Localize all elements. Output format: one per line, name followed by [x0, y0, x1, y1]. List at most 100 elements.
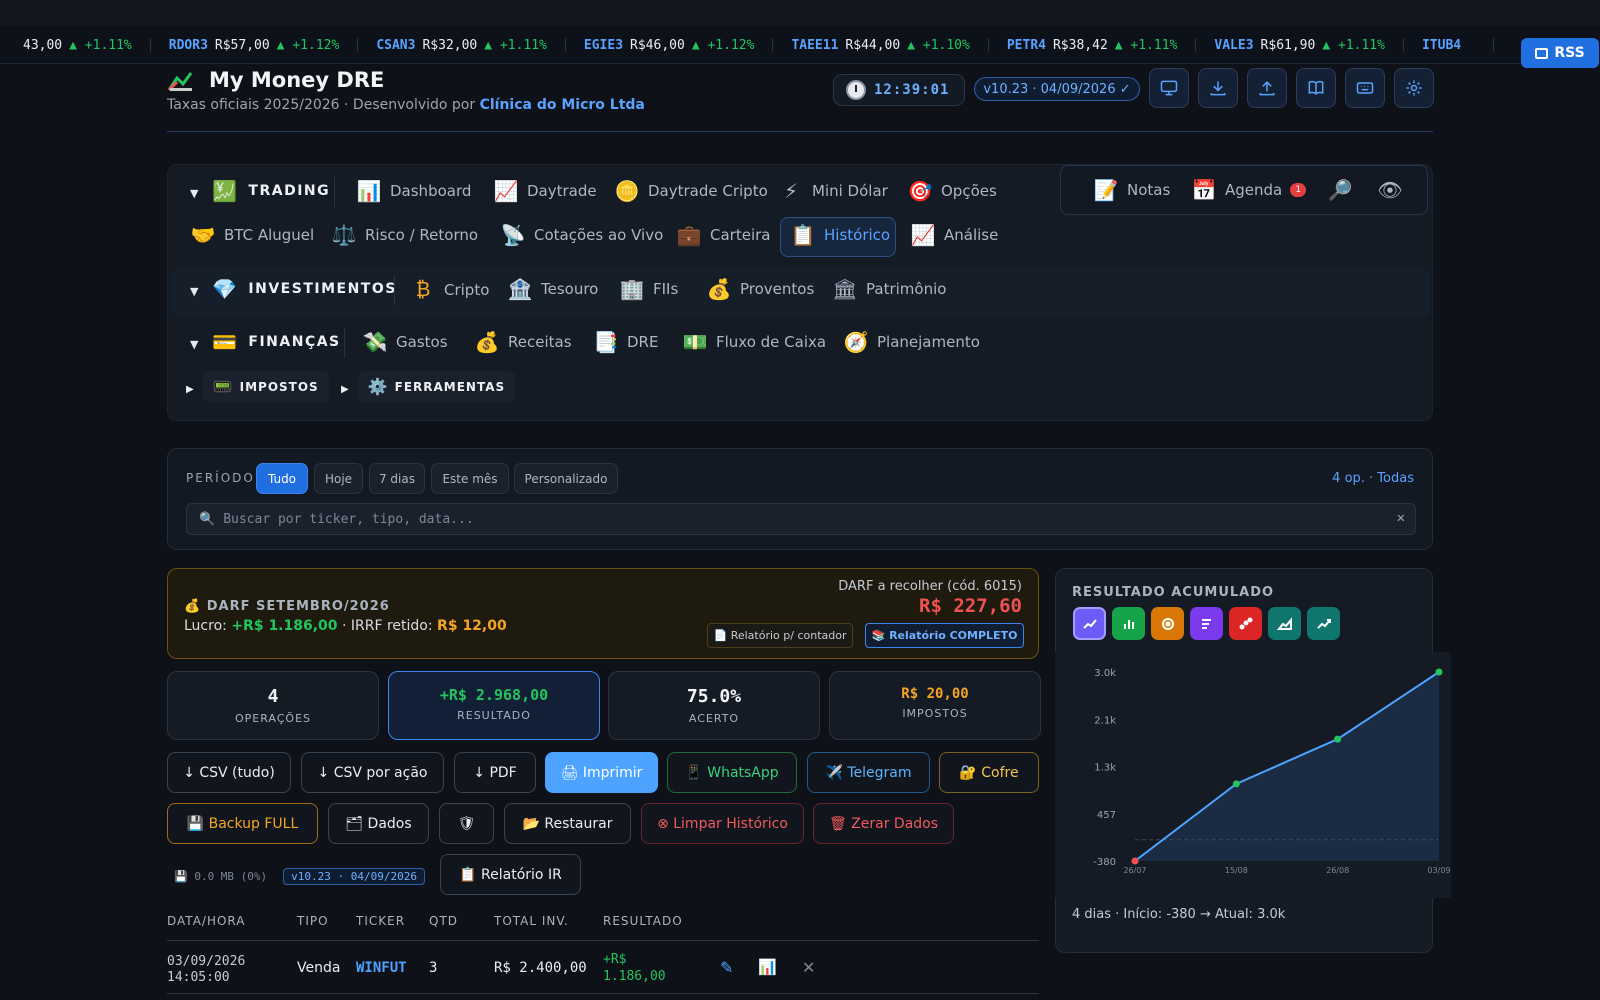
chart-type-bar[interactable] [1112, 607, 1145, 640]
nav-receitas[interactable]: 💰 Receitas [474, 330, 572, 354]
nav-fluxo-caixa[interactable]: 💵 Fluxo de Caixa [682, 330, 827, 354]
period-hoje[interactable]: Hoje [314, 463, 363, 494]
darf-panel: 💰 DARF SETEMBRO/2026 Lucro: +R$ 1.186,00… [167, 568, 1039, 659]
collapse-financas-caret[interactable]: ▼ [190, 338, 198, 351]
collapse-investimentos-caret[interactable]: ▼ [190, 285, 198, 298]
col-header-data[interactable]: DATA/HORA [167, 914, 246, 928]
ticker-item[interactable]: 43,00 ▲ +1.11% [0, 38, 151, 53]
restaurar-button[interactable]: 📂 Restaurar [504, 803, 631, 844]
stat-label: OPERAÇÕES [234, 712, 312, 725]
search-tool-button[interactable]: 🔎 [1327, 178, 1353, 202]
nav-dashboard[interactable]: 📊 Dashboard [356, 179, 472, 203]
ticker-item[interactable]: VALE3 R$61,90 ▲ +1.11% [1196, 38, 1404, 53]
period-tudo[interactable]: Tudo [256, 463, 308, 494]
search-input[interactable]: 🔍 Buscar por ticker, tipo, data... ✕ [186, 503, 1416, 535]
nav-btc-aluguel[interactable]: 🤝 BTC Aluguel [190, 223, 315, 247]
col-header-resultado[interactable]: RESULTADO [603, 914, 683, 928]
nav-proventos[interactable]: 💰 Proventos [706, 277, 815, 301]
section-trading[interactable]: 💹 TRADING [212, 179, 330, 203]
stat-label: IMPOSTOS [902, 707, 968, 720]
pdf-button[interactable]: ↓ PDF [454, 752, 536, 793]
chart-type-scatter[interactable] [1229, 607, 1262, 640]
nav-cripto[interactable]: ₿ Cripto [410, 277, 490, 302]
col-header-ticker[interactable]: TICKER [356, 914, 405, 928]
section-ferramentas[interactable]: ▶ ⚙️ FERRAMENTAS [341, 371, 516, 402]
collapse-trading-caret[interactable]: ▼ [190, 187, 198, 200]
upload-button[interactable] [1247, 68, 1287, 108]
section-impostos[interactable]: ▶ 📟 IMPOSTOS [186, 371, 329, 402]
monitor-button[interactable] [1149, 68, 1189, 108]
nav-analise[interactable]: 📈 Análise [910, 223, 999, 247]
privacy-toggle[interactable]: 👁 [1377, 178, 1403, 202]
ticker-item[interactable]: EGIE3 R$46,00 ▲ +1.12% [566, 38, 774, 53]
ticker-item[interactable]: ITUB4 [1404, 38, 1495, 53]
whatsapp-button[interactable]: 📱 WhatsApp [667, 752, 797, 793]
cofre-button[interactable]: 🔐 Cofre [939, 752, 1039, 793]
relatorio-completo-button[interactable]: 📚 Relatório COMPLETO [865, 623, 1024, 648]
chart-type-donut[interactable] [1151, 607, 1184, 640]
tool-agenda[interactable]: 📅 Agenda 1 [1191, 178, 1307, 202]
telegram-button[interactable]: ✈️ Telegram [807, 752, 930, 793]
section-investimentos[interactable]: 💎 INVESTIMENTOS [212, 277, 397, 301]
darf-recolher-label: DARF a recolher (cód. 6015) [838, 579, 1022, 594]
nav-historico[interactable]: 📋 Histórico [790, 223, 891, 247]
nav-planejamento[interactable]: 🧭 Planejamento [843, 330, 980, 354]
nav-dre[interactable]: 📑 DRE [593, 330, 659, 354]
keyboard-button[interactable] [1345, 68, 1385, 108]
csv-per-stock-button[interactable]: ↓ CSV por ação [301, 752, 444, 793]
csv-all-button[interactable]: ↓ CSV (tudo) [167, 752, 291, 793]
shield-button[interactable]: 🛡 [439, 803, 494, 844]
zerar-dados-button[interactable]: 🗑 Zerar Dados [813, 803, 954, 844]
nav-cotacoes[interactable]: 📡 Cotações ao Vivo [500, 223, 664, 247]
nav-carteira[interactable]: 💼 Carteira [676, 223, 771, 247]
relatorio-ir-button[interactable]: 📋 Relatório IR [440, 854, 581, 895]
dados-button[interactable]: 🗂 Dados [328, 803, 429, 844]
col-header-tipo[interactable]: TIPO [297, 914, 329, 928]
edit-icon[interactable]: ✎ [720, 958, 733, 977]
ticker-change: ▲ +1.11% [484, 37, 547, 53]
period-este-mes[interactable]: Este mês [431, 463, 509, 494]
nav-risco-retorno[interactable]: ⚖️ Risco / Retorno [331, 223, 479, 247]
relatorio-contador-button[interactable]: 📄 Relatório p/ contador [707, 623, 853, 648]
nav-gastos[interactable]: 💸 Gastos [362, 330, 448, 354]
section-financas[interactable]: 💳 FINANÇAS [212, 330, 341, 354]
download-button[interactable] [1198, 68, 1238, 108]
ticker-item[interactable]: CSAN3 R$32,00 ▲ +1.11% [358, 37, 566, 53]
ticker-item[interactable]: TAEE11 R$44,00 ▲ +1.10% [773, 38, 989, 53]
nav-daytrade[interactable]: 📈 Daytrade [493, 179, 597, 203]
chart-type-area[interactable] [1268, 607, 1301, 640]
nav-label: Proventos [740, 280, 815, 298]
ticker-item[interactable]: RDOR3 R$57,00 ▲ +1.12% [151, 38, 359, 53]
tool-notas[interactable]: 📝 Notas [1093, 178, 1171, 202]
rss-button[interactable]: RSS [1521, 38, 1599, 68]
eye-icon: 👁 [1377, 178, 1403, 202]
chart-type-line[interactable] [1073, 607, 1106, 640]
nav-daytrade-cripto[interactable]: 🪙 Daytrade Cripto [614, 179, 768, 203]
delete-icon[interactable]: ✕ [802, 958, 815, 977]
row-ticker[interactable]: WINFUT [356, 960, 407, 976]
backup-full-button[interactable]: 💾 Backup FULL [167, 803, 318, 844]
print-button[interactable]: 🖨 Imprimir [545, 752, 658, 793]
col-header-qtd[interactable]: QTD [429, 914, 458, 928]
nav-tesouro[interactable]: 🏦 Tesouro [507, 277, 599, 301]
row-chart-icon[interactable]: 📊 [758, 958, 777, 976]
separator: · [341, 618, 351, 634]
guide-button[interactable] [1296, 68, 1336, 108]
col-header-total[interactable]: TOTAL INV. [494, 914, 569, 928]
period-7-dias[interactable]: 7 dias [369, 463, 425, 494]
nav-mini-dolar[interactable]: ⚡ Mini Dólar [778, 179, 888, 203]
version-badge[interactable]: v10.23 · 04/09/2026 ✓ [974, 77, 1140, 101]
operations-count[interactable]: 4 op. · Todas [1332, 471, 1414, 486]
period-personalizado[interactable]: Personalizado [514, 463, 618, 494]
clear-search-icon[interactable]: ✕ [1397, 510, 1405, 526]
stat-resultado[interactable]: +R$ 2.968,00 RESULTADO [388, 671, 600, 740]
nav-opcoes[interactable]: 🎯 Opções [907, 179, 997, 203]
chart-type-trend[interactable] [1307, 607, 1340, 640]
nav-fiis[interactable]: 🏢 FIIs [619, 277, 679, 301]
company-link[interactable]: Clínica do Micro Ltda [480, 97, 645, 113]
settings-button[interactable] [1394, 68, 1434, 108]
limpar-historico-button[interactable]: ⊗ Limpar Histórico [641, 803, 804, 844]
nav-patrimonio[interactable]: 🏛 Patrimônio [832, 277, 946, 301]
chart-type-hbar[interactable] [1190, 607, 1223, 640]
ticker-item[interactable]: PETR4 R$38,42 ▲ +1.11% [989, 38, 1197, 53]
